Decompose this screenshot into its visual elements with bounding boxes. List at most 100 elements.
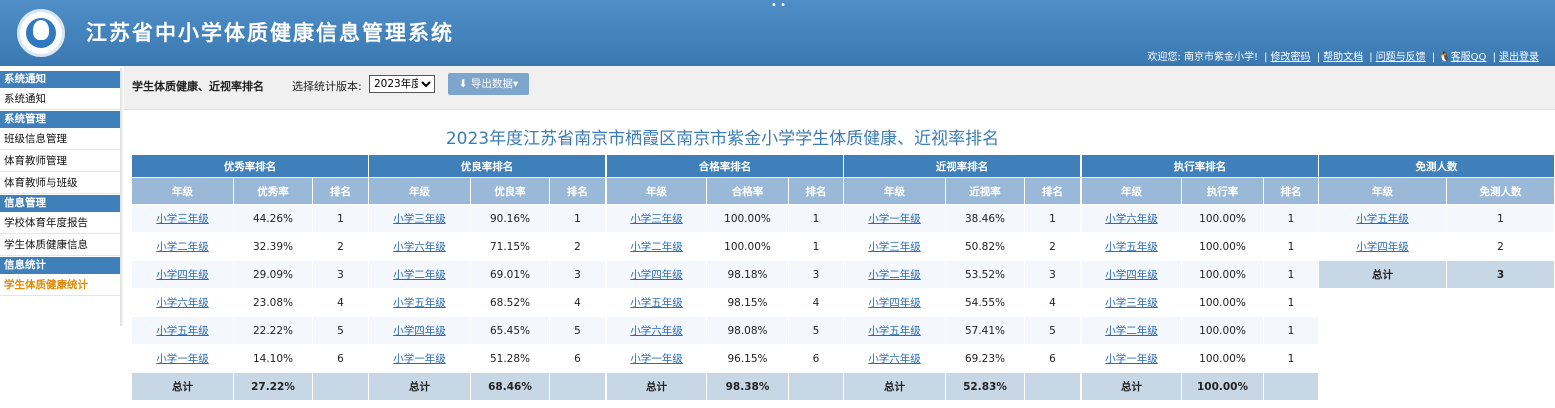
value-cell: 69.01%: [470, 260, 550, 289]
grade-link[interactable]: 小学四年级: [630, 269, 683, 281]
grade-link[interactable]: 小学三年级: [1105, 297, 1158, 309]
sidebar-item-class-info[interactable]: 班级信息管理: [0, 128, 120, 150]
grade-link[interactable]: 小学二年级: [868, 269, 921, 281]
total-cell: 52.83%: [945, 372, 1025, 401]
change-password-link[interactable]: 修改密码: [1271, 52, 1311, 63]
grade-link[interactable]: 小学六年级: [868, 353, 921, 365]
grade-link[interactable]: 小学一年级: [868, 213, 921, 225]
rank-cell: 1: [312, 204, 369, 233]
value-cell: 71.15%: [470, 232, 550, 261]
total-cell: 总计: [1081, 372, 1182, 401]
column-header: 年级: [606, 177, 707, 205]
grade-link[interactable]: 小学四年级: [393, 325, 446, 337]
sidebar-section-system-notice: 系统通知: [0, 71, 120, 88]
grade-link[interactable]: 小学三年级: [630, 213, 683, 225]
value-cell: 98.15%: [706, 288, 789, 317]
grade-link[interactable]: 小学四年级: [868, 297, 921, 309]
grade-cell: 小学二年级: [1081, 316, 1182, 345]
grade-link[interactable]: 小学六年级: [393, 241, 446, 253]
grade-link[interactable]: 小学五年级: [1356, 213, 1409, 225]
grade-link[interactable]: 小学二年级: [156, 241, 209, 253]
grade-cell: 小学五年级: [843, 316, 946, 345]
rank-cell: 1: [1263, 344, 1319, 373]
grade-link[interactable]: 小学二年级: [630, 241, 683, 253]
rank-cell: 4: [312, 288, 369, 317]
rank-cell: 6: [788, 344, 844, 373]
value-cell: 51.28%: [470, 344, 550, 373]
table-row: 小学六年级 98.08% 5: [606, 316, 844, 345]
sidebar-item-student-health[interactable]: 学生体质健康信息: [0, 234, 120, 256]
grade-link[interactable]: 小学二年级: [1105, 325, 1158, 337]
total-cell: 总计: [1318, 260, 1447, 289]
grade-link[interactable]: 小学一年级: [630, 353, 683, 365]
grade-link[interactable]: 小学五年级: [393, 297, 446, 309]
table-row: 小学二年级 53.52% 3: [843, 260, 1081, 289]
rank-cell: 1: [549, 204, 606, 233]
grade-link[interactable]: 小学五年级: [156, 325, 209, 337]
value-cell: 96.15%: [706, 344, 789, 373]
table-row: 小学一年级 38.46% 1: [843, 204, 1081, 233]
help-docs-link[interactable]: 帮助文档: [1323, 52, 1363, 63]
feedback-link[interactable]: 问题与反馈: [1376, 52, 1426, 63]
value-cell: 53.52%: [945, 260, 1025, 289]
total-row: 总计 68.46%: [368, 372, 606, 401]
logout-link[interactable]: 退出登录: [1499, 52, 1539, 63]
grade-link[interactable]: 小学三年级: [393, 213, 446, 225]
rank-cell: 6: [549, 344, 606, 373]
table-row: 小学五年级 1: [1318, 204, 1555, 233]
grade-cell: 小学五年级: [1081, 232, 1182, 261]
version-select[interactable]: 2023年度: [369, 75, 435, 93]
column-header: 年级: [1318, 177, 1447, 205]
grade-cell: 小学一年级: [131, 344, 234, 373]
sidebar-section-system-management: 系统管理: [0, 111, 120, 128]
grade-link[interactable]: 小学六年级: [156, 297, 209, 309]
value-cell: 23.08%: [233, 288, 313, 317]
grade-link[interactable]: 小学一年级: [393, 353, 446, 365]
total-cell: [312, 372, 369, 401]
grade-link[interactable]: 小学二年级: [393, 269, 446, 281]
grade-link[interactable]: 小学一年级: [156, 353, 209, 365]
grade-link[interactable]: 小学五年级: [868, 325, 921, 337]
grade-link[interactable]: 小学四年级: [156, 269, 209, 281]
grade-link[interactable]: 小学一年级: [1105, 353, 1158, 365]
sidebar-item-notice[interactable]: 系统通知: [0, 88, 120, 110]
value-cell: 29.09%: [233, 260, 313, 289]
export-button[interactable]: ⬇ 导出数据▾: [448, 73, 529, 95]
grade-cell: 小学五年级: [131, 316, 234, 345]
table-row: 小学四年级 65.45% 5: [368, 316, 606, 345]
sidebar-item-pe-teacher-class[interactable]: 体育教师与班级: [0, 172, 120, 194]
sidebar-item-health-stats[interactable]: 学生体质健康统计: [0, 274, 120, 296]
rank-cell: 5: [1024, 316, 1081, 345]
sidebar-section-info-management: 信息管理: [0, 195, 120, 212]
grade-link[interactable]: 小学三年级: [868, 241, 921, 253]
grade-link[interactable]: 小学四年级: [1105, 269, 1158, 281]
grade-link[interactable]: 小学五年级: [1105, 241, 1158, 253]
value-cell: 100.00%: [706, 204, 789, 233]
qq-link[interactable]: 客服QQ: [1451, 52, 1487, 63]
version-label: 选择统计版本:: [292, 80, 362, 93]
rank-cell: 1: [1263, 288, 1319, 317]
column-header: 排名: [549, 177, 606, 205]
grade-link[interactable]: 小学六年级: [1105, 213, 1158, 225]
value-cell: 22.22%: [233, 316, 313, 345]
table-row: 小学四年级 54.55% 4: [843, 288, 1081, 317]
rank-cell: 3: [1024, 260, 1081, 289]
value-cell: 100.00%: [1181, 288, 1264, 317]
value-cell: 1: [1446, 204, 1555, 233]
rank-cell: 4: [549, 288, 606, 317]
rank-cell: 1: [788, 204, 844, 233]
grade-link[interactable]: 小学四年级: [1356, 241, 1409, 253]
table-row: 小学六年级 71.15% 2: [368, 232, 606, 261]
sidebar-item-school-report[interactable]: 学校体育年度报告: [0, 212, 120, 234]
grade-link[interactable]: 小学六年级: [630, 325, 683, 337]
excellent-rank-table: 优秀率排名 年级 优秀率 排名 小学三年级 44.26% 1 小学二年级 32.39% 2 小学四年…: [131, 154, 369, 401]
sidebar-item-pe-teacher[interactable]: 体育教师管理: [0, 150, 120, 172]
grade-link[interactable]: 小学五年级: [630, 297, 683, 309]
drag-handle[interactable]: • •: [771, 0, 786, 11]
column-header: 近视率: [945, 177, 1025, 205]
table-row: 小学三年级 90.16% 1: [368, 204, 606, 233]
grade-link[interactable]: 小学三年级: [156, 213, 209, 225]
grade-cell: 小学三年级: [843, 232, 946, 261]
table-row: 小学二年级 100.00% 1: [606, 232, 844, 261]
table-caption: 近视率排名: [843, 154, 1081, 178]
